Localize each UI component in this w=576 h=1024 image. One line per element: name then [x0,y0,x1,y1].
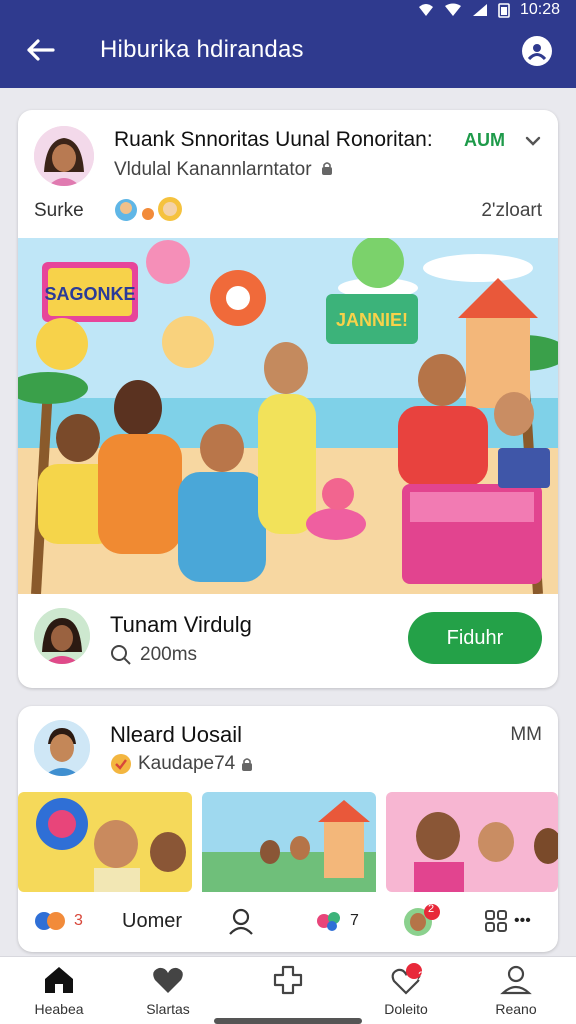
author-avatar[interactable] [34,720,90,776]
nav-add[interactable] [238,963,338,1023]
status-bar: 10:28 [418,0,560,20]
share-icon [317,912,340,931]
profile-icon [500,965,532,995]
user-button-label: Uomer [122,909,183,932]
post-subtitle: Vldulal Kanannlarntator [114,159,333,181]
creator-avatar[interactable] [34,608,90,664]
banner-sign-left: SAGONKE [44,284,135,304]
user-button[interactable]: Uomer [122,904,182,938]
creator-meta-text: 200ms [140,644,198,665]
follow-button[interactable]: Fiduhr [408,612,542,664]
home-indicator[interactable] [214,1018,362,1024]
post-card[interactable]: Nleard Uosail Kaudape74 MM 3 Uomer 7 2 •… [18,706,558,952]
share-count: 7 [350,912,359,929]
post-tag: AUM [464,130,505,150]
account-icon [527,44,547,61]
nav-notifications-label: Doleito [384,1001,428,1017]
search-icon [111,645,131,665]
wifi-icon [444,3,461,16]
grid-icon [485,910,507,932]
thumbnail-2[interactable] [202,792,376,892]
back-arrow-icon [27,39,55,61]
bottom-navigation: Heabea Slartas 2 Doleito Reano [0,956,576,1024]
post-title: Nleard Uosail [110,722,243,747]
friend-badge: 2 [428,903,435,915]
reaction-icons[interactable] [114,194,194,224]
banner-sign-right: JANNIE! [336,310,408,330]
post-time: MM [510,724,542,745]
more-icon: ••• [514,912,531,929]
back-button[interactable] [20,30,60,70]
nav-home-label: Heabea [34,1001,84,1017]
view-count: 2'zloart [481,200,542,221]
post-subtitle-text: Vldulal Kanannlarntator [114,159,312,180]
chevron-down-icon[interactable] [522,130,544,152]
creator-name: Tunam Virdulg [110,612,252,637]
thumbnail-1[interactable] [18,792,192,892]
status-time: 10:28 [519,1,560,18]
signal-icon [418,4,433,16]
author-avatar[interactable] [34,126,94,186]
reaction-count: 3 [74,912,83,929]
post-illustration[interactable]: SAGONKE JANNIE! [18,238,558,594]
reaction-icon [35,912,65,930]
lock-icon [321,162,332,175]
nav-profile[interactable]: Reano [466,963,566,1023]
app-bar: 10:28 Hiburika hdirandas [0,0,576,88]
friend-action-button[interactable]: 2 [402,903,442,938]
creator-meta: 200ms [110,644,197,666]
nav-favorites-label: Slartas [146,1001,190,1017]
share-action-button[interactable]: 7 [314,904,359,938]
notification-badge: 2 [418,969,425,983]
nav-profile-label: Reano [495,1001,537,1017]
page-title: Hiburika hdirandas [100,36,304,63]
battery-icon [498,3,510,18]
add-icon [273,965,303,995]
home-icon [45,967,73,993]
post-subtitle: Kaudape74 [110,753,253,775]
heart-icon [153,967,183,993]
more-button[interactable]: ••• [484,904,531,938]
lock-icon [242,757,253,771]
post-subtitle-text: Kaudape74 [138,753,236,774]
badge-icon [111,754,131,774]
post-card[interactable]: Ruank Snnoritas Uunal Ronoritan: AUM Vld… [18,110,558,688]
post-actions: 3 Uomer 7 2 ••• [18,892,558,952]
share-button[interactable]: Surke [34,200,84,222]
user-action-button[interactable] [226,904,256,938]
cellular-icon [472,4,487,16]
user-icon [229,908,253,935]
nav-home[interactable]: Heabea [9,963,109,1023]
avatar-icon [404,904,440,936]
reaction-button[interactable]: 3 [34,904,83,938]
post-thumbnails[interactable] [18,792,558,892]
thumbnail-3[interactable] [386,792,558,892]
post-title: Ruank Snnoritas Uunal Ronoritan: [114,128,433,151]
account-button[interactable] [522,36,552,66]
nav-favorites[interactable]: Slartas [118,963,218,1023]
nav-notifications[interactable]: 2 Doleito [356,963,456,1023]
